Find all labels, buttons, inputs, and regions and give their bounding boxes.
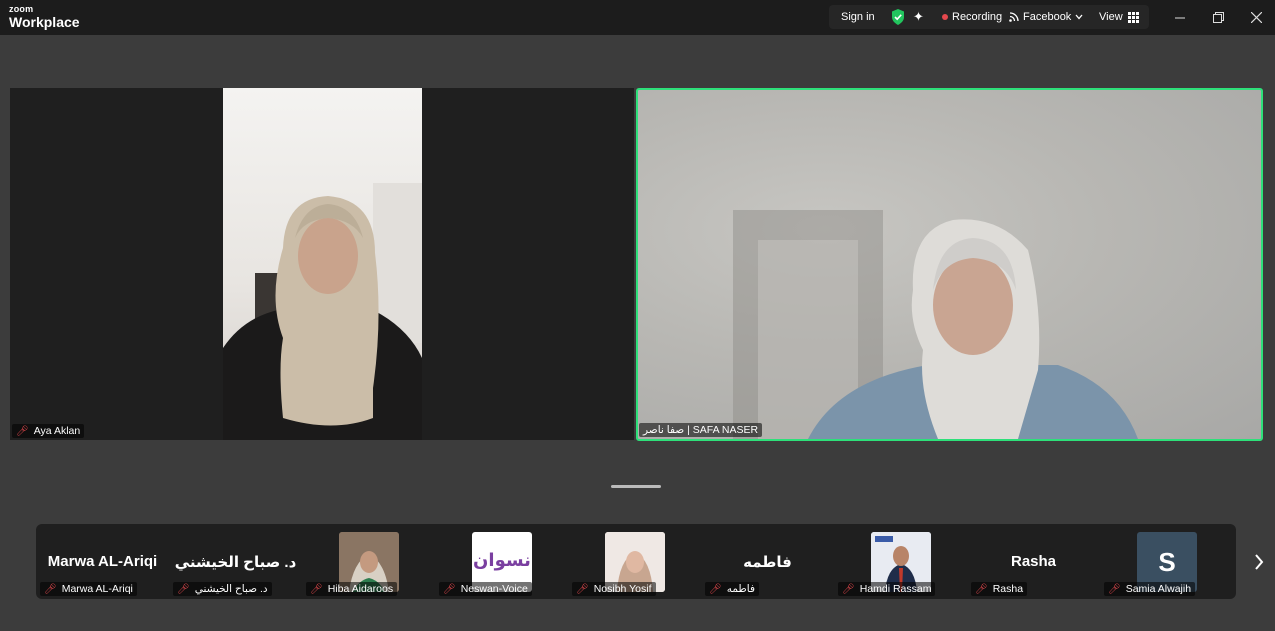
participant-name: Hamdi Rassam	[859, 583, 932, 595]
participant-name-tag: 🎤︎ د. صباح الخيشني	[173, 582, 272, 596]
mic-muted-icon: 🎤︎	[709, 583, 722, 595]
chevron-down-icon	[1075, 14, 1083, 20]
logo-wordmark: نسوان	[473, 550, 531, 570]
participant-name-tag: 🎤︎ Hamdi Rassam	[838, 582, 936, 596]
participant-name-tag: 🎤︎ Marwa AL-Ariqi	[40, 582, 137, 596]
gallery-resize-handle[interactable]	[611, 485, 661, 488]
participant-name-tag: 🎤︎ Neswan-Voice	[439, 582, 532, 596]
gallery-tile[interactable]: Rasha 🎤︎ Rasha	[967, 524, 1100, 599]
zoom-workplace-logo: zoom Workplace	[9, 4, 80, 30]
participant-name-tag: صفا ناصر | SAFA NASER	[639, 423, 763, 437]
participant-name-tag: 🎤︎ Rasha	[971, 582, 1028, 596]
gallery-tile[interactable]: Marwa AL-Ariqi 🎤︎ Marwa AL-Ariqi	[36, 524, 169, 599]
participant-display-name: Marwa AL-Ariqi	[47, 553, 158, 570]
mic-muted-icon: 🎤︎	[842, 583, 855, 595]
participant-name: صفا ناصر | SAFA NASER	[643, 424, 759, 436]
participant-name: Marwa AL-Ariqi	[61, 583, 133, 595]
restore-icon	[1212, 12, 1224, 23]
participant-name: Neswan-Voice	[460, 583, 528, 595]
livestream-facebook-button[interactable]: Facebook	[1009, 5, 1083, 29]
gallery-tile[interactable]: S 🎤︎ Samia Alwajih	[1100, 524, 1233, 599]
minimize-icon	[1175, 17, 1185, 18]
participant-name-tag: 🎤︎ Nosibh Yosif	[572, 582, 656, 596]
participant-name-tag: 🎤︎ Aya Aklan	[12, 424, 85, 438]
mic-muted-icon: 🎤︎	[443, 583, 456, 595]
gallery-tile[interactable]: 🎤︎ Hiba Aidaroos	[302, 524, 435, 599]
meeting-toolbar: Sign in ✦ Recording Facebook View	[829, 5, 1149, 29]
mic-muted-icon: 🎤︎	[1108, 583, 1121, 595]
gallery-tile[interactable]: 🎤︎ Hamdi Rassam	[834, 524, 967, 599]
grid-view-icon	[1127, 11, 1139, 23]
view-label: View	[1099, 11, 1123, 23]
participant-name-tag: 🎤︎ Samia Alwajih	[1104, 582, 1196, 596]
mic-muted-icon: 🎤︎	[975, 583, 988, 595]
sign-in-button[interactable]: Sign in	[841, 5, 875, 29]
participant-name: د. صباح الخيشني	[194, 583, 268, 595]
participant-name: Aya Aklan	[33, 425, 81, 437]
mic-muted-icon: 🎤︎	[44, 583, 57, 595]
title-bar: zoom Workplace Sign in ✦ Recording Faceb…	[0, 0, 1275, 35]
video-tile-safa-naser[interactable]: صفا ناصر | SAFA NASER	[636, 88, 1263, 441]
view-button[interactable]: View	[1099, 5, 1139, 29]
livestream-icon	[1009, 12, 1019, 22]
participant-name-tag: 🎤︎ فاطمه	[705, 582, 759, 596]
facebook-label: Facebook	[1023, 11, 1072, 23]
gallery-tile[interactable]: 🎤︎ Nosibh Yosif	[568, 524, 701, 599]
recording-indicator[interactable]: Recording	[942, 5, 1002, 29]
participant-display-name: Rasha	[1010, 553, 1057, 570]
mic-muted-icon: 🎤︎	[177, 583, 190, 595]
participant-name: فاطمه	[726, 583, 755, 595]
participant-display-name: فاطمه	[743, 554, 792, 571]
mic-muted-icon: 🎤︎	[16, 425, 29, 437]
participant-display-name: د. صباح الخيشني	[174, 554, 297, 571]
participant-video-feed	[733, 210, 1138, 439]
recording-dot-icon	[942, 14, 948, 20]
participant-name: Samia Alwajih	[1125, 583, 1192, 595]
participant-video-feed	[223, 88, 422, 440]
participant-name: Hiba Aidaroos	[327, 583, 394, 595]
gallery-tile[interactable]: نسوان 🎤︎ Neswan-Voice	[435, 524, 568, 599]
participant-name: Nosibh Yosif	[593, 583, 652, 595]
close-icon	[1250, 12, 1262, 23]
chevron-right-icon	[1255, 554, 1264, 570]
restore-window-button[interactable]	[1199, 0, 1237, 35]
brand-top: zoom	[9, 4, 34, 14]
recording-label: Recording	[952, 11, 1003, 23]
video-tile-aya-aklan[interactable]: 🎤︎ Aya Aklan	[10, 88, 634, 440]
mic-muted-icon: 🎤︎	[310, 583, 323, 595]
participant-name-tag: 🎤︎ Hiba Aidaroos	[306, 582, 398, 596]
minimize-window-button[interactable]	[1161, 0, 1199, 35]
close-window-button[interactable]	[1237, 0, 1275, 35]
gallery-strip: Marwa AL-Ariqi 🎤︎ Marwa AL-Ariqi د. صباح …	[36, 524, 1236, 599]
participant-silhouette	[223, 183, 422, 440]
ai-companion-icon[interactable]: ✦	[913, 5, 924, 29]
mic-muted-icon: 🎤︎	[576, 583, 589, 595]
gallery-tile[interactable]: فاطمه 🎤︎ فاطمه	[701, 524, 834, 599]
participant-name: Rasha	[992, 583, 1024, 595]
gallery-next-page-button[interactable]	[1247, 549, 1271, 575]
brand-bottom: Workplace	[9, 14, 80, 30]
gallery-tile[interactable]: د. صباح الخيشني 🎤︎ د. صباح الخيشني	[169, 524, 302, 599]
security-shield-icon[interactable]	[891, 5, 905, 29]
